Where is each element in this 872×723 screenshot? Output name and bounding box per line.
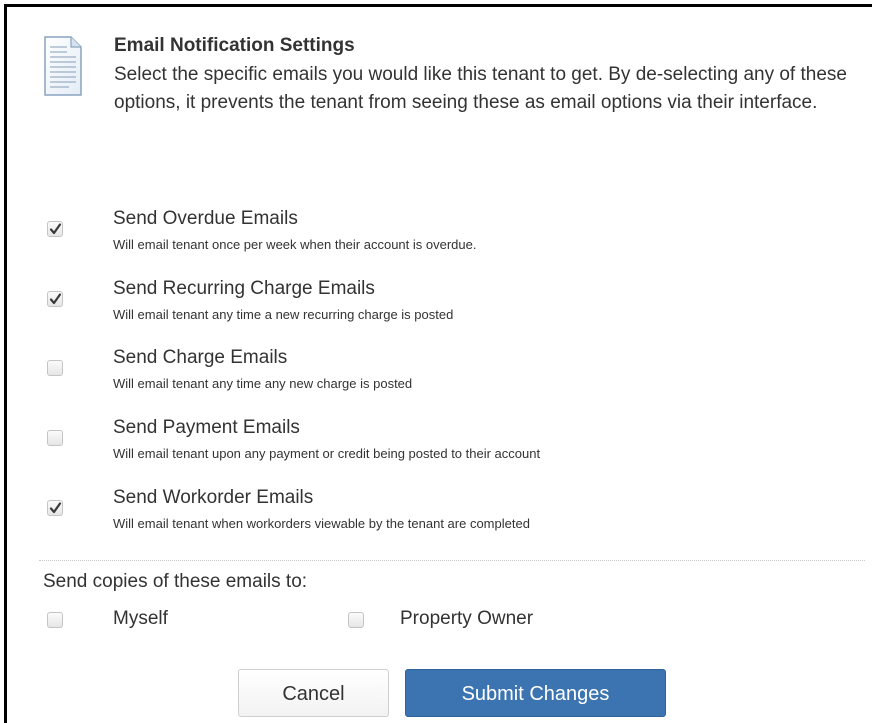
option-payment[interactable]: Send Payment Emails Will email tenant up…: [43, 416, 843, 476]
option-label: Send Recurring Charge Emails: [113, 278, 375, 299]
settings-dialog: Email Notification Settings Select the s…: [4, 4, 872, 723]
option-help: Will email tenant any time a new recurri…: [113, 307, 454, 322]
myself-label: Myself: [113, 608, 168, 629]
option-label: Send Workorder Emails: [113, 487, 314, 508]
owner-label: Property Owner: [400, 608, 534, 629]
option-help: Will email tenant upon any payment or cr…: [113, 446, 541, 461]
option-help: Will email tenant any time any new charg…: [113, 376, 413, 391]
copy-owner-option[interactable]: Property Owner: [344, 607, 604, 633]
owner-checkbox[interactable]: [348, 612, 364, 628]
copies-label: Send copies of these emails to:: [43, 571, 308, 592]
charge-checkbox[interactable]: [47, 360, 63, 376]
option-label: Send Payment Emails: [113, 417, 300, 438]
document-icon: [43, 35, 83, 97]
divider: [39, 560, 865, 561]
option-charge[interactable]: Send Charge Emails Will email tenant any…: [43, 346, 843, 406]
copy-myself-option[interactable]: Myself: [43, 607, 243, 633]
submit-changes-button[interactable]: Submit Changes: [405, 669, 666, 717]
workorder-checkbox[interactable]: [47, 500, 63, 516]
payment-checkbox[interactable]: [47, 430, 63, 446]
option-help: Will email tenant once per week when the…: [113, 237, 477, 252]
checkmark-icon: [49, 293, 62, 305]
myself-checkbox[interactable]: [47, 612, 63, 628]
recurring-charge-checkbox[interactable]: [47, 291, 63, 307]
option-overdue[interactable]: Send Overdue Emails Will email tenant on…: [43, 207, 843, 267]
cancel-button[interactable]: Cancel: [238, 669, 389, 717]
checkmark-icon: [49, 223, 62, 235]
option-workorder[interactable]: Send Workorder Emails Will email tenant …: [43, 486, 843, 546]
option-recurring-charge[interactable]: Send Recurring Charge Emails Will email …: [43, 277, 843, 337]
dialog-title: Email Notification Settings: [114, 35, 355, 56]
option-label: Send Charge Emails: [113, 347, 288, 368]
option-label: Send Overdue Emails: [113, 208, 298, 229]
overdue-checkbox[interactable]: [47, 221, 63, 237]
checkmark-icon: [49, 502, 62, 514]
option-help: Will email tenant when workorders viewab…: [113, 516, 530, 531]
dialog-description: Select the specific emails you would lik…: [114, 64, 847, 113]
header-text: Email Notification Settings Select the s…: [114, 33, 859, 117]
